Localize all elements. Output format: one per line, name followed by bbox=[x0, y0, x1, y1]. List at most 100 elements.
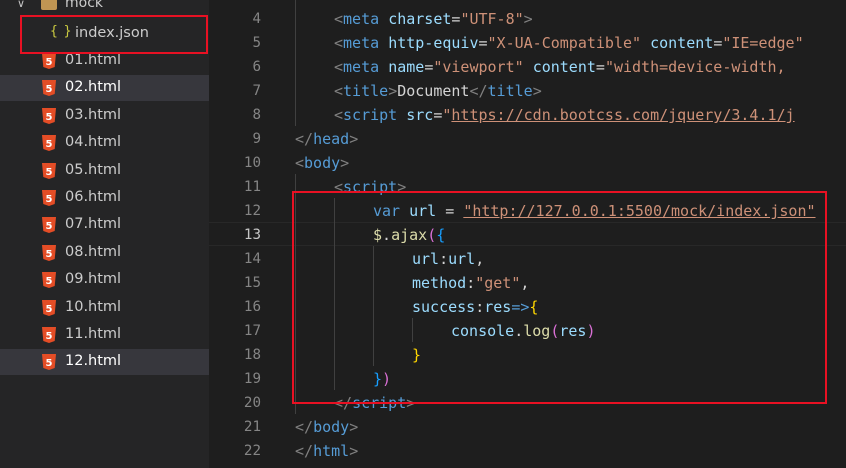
line-number: 5 bbox=[252, 35, 261, 51]
code-line-14: url:url, bbox=[412, 250, 485, 268]
html5-icon: 5 bbox=[42, 327, 56, 343]
html5-icon: 5 bbox=[42, 135, 56, 152]
file-label: 08.html bbox=[65, 243, 122, 260]
code-line-12: var url = "http://127.0.0.1:5500/mock/in… bbox=[373, 202, 816, 220]
file-item-04-html[interactable]: 5 04.html bbox=[0, 130, 209, 156]
url-string[interactable]: "http://127.0.0.1:5500/mock/index.json" bbox=[463, 202, 815, 220]
html5-icon: 5 bbox=[42, 244, 56, 261]
line-number: 11 bbox=[243, 179, 261, 195]
code-line-13: $.ajax({ bbox=[373, 226, 446, 244]
file-label: 01.html bbox=[65, 52, 122, 68]
line-number: 13 bbox=[243, 227, 261, 243]
file-item-index-json[interactable]: { } index.json bbox=[0, 21, 209, 47]
file-item-10-html[interactable]: 5 10.html bbox=[0, 295, 209, 321]
svg-text:5: 5 bbox=[46, 167, 53, 178]
code-line-6: <meta name="viewport" content="width=dev… bbox=[334, 58, 786, 76]
code-line-17: console.log(res) bbox=[451, 322, 596, 340]
indent-guide bbox=[334, 198, 335, 390]
line-number: 21 bbox=[243, 419, 261, 435]
file-label: 02.html bbox=[65, 79, 122, 96]
html5-icon: 5 bbox=[42, 272, 56, 289]
line-number: 8 bbox=[252, 107, 261, 123]
html5-icon: 5 bbox=[42, 107, 56, 124]
svg-text:5: 5 bbox=[46, 57, 53, 68]
code-line-3: <head> bbox=[295, 0, 349, 4]
file-item-09-html[interactable]: 5 09.html bbox=[0, 267, 209, 293]
code-line-11: <script> bbox=[334, 178, 407, 196]
file-item-11-html[interactable]: 5 11.html bbox=[0, 322, 209, 348]
indent-guide bbox=[295, 0, 296, 126]
file-label: 09.html bbox=[65, 271, 122, 288]
svg-text:5: 5 bbox=[46, 249, 53, 260]
file-item-07-html[interactable]: 5 07.html bbox=[0, 212, 209, 238]
file-item-03-html[interactable]: 5 03.html bbox=[0, 103, 209, 129]
folder-icon bbox=[41, 0, 57, 10]
file-explorer: ∨ mock { } index.json 5 01.html 5 02.html 5 0… bbox=[0, 0, 209, 468]
chevron-down-icon: ∨ bbox=[17, 0, 26, 10]
line-number: 4 bbox=[252, 11, 261, 27]
code-line-22: </html> bbox=[295, 442, 359, 460]
code-line-16: success:res=>{ bbox=[412, 298, 539, 316]
line-number: 17 bbox=[243, 323, 261, 339]
code-line-21: </body> bbox=[295, 418, 359, 436]
line-number: 9 bbox=[252, 131, 261, 147]
code-line-19: }) bbox=[373, 370, 392, 388]
code-line-10: <body> bbox=[295, 154, 350, 172]
indent-guide bbox=[295, 174, 296, 414]
file-item-01-html[interactable]: 5 01.html bbox=[0, 48, 209, 74]
html5-icon: 5 bbox=[42, 217, 56, 234]
line-number: 16 bbox=[243, 299, 261, 315]
file-item-02-html[interactable]: 5 02.html bbox=[0, 75, 209, 102]
file-item-05-html[interactable]: 5 05.html bbox=[0, 158, 209, 184]
code-line-18: } bbox=[412, 346, 422, 364]
folder-label: mock bbox=[65, 0, 104, 11]
line-number: 10 bbox=[243, 155, 261, 171]
svg-text:5: 5 bbox=[46, 331, 53, 342]
code-line-8: <script src="https://cdn.bootcss.com/jqu… bbox=[334, 106, 795, 124]
indent-guide bbox=[412, 318, 413, 342]
line-number: 22 bbox=[243, 443, 261, 459]
folder-mock[interactable]: ∨ mock bbox=[0, 0, 209, 18]
script-src-link[interactable]: https://cdn.bootcss.com/jquery/3.4.1/j bbox=[451, 106, 794, 124]
file-label: 12.html bbox=[65, 353, 122, 370]
file-label: 05.html bbox=[65, 161, 122, 178]
line-number: 14 bbox=[243, 251, 261, 267]
code-line-4: <meta charset="UTF-8"> bbox=[334, 10, 533, 28]
svg-text:5: 5 bbox=[46, 221, 53, 232]
html5-icon: 5 bbox=[42, 53, 56, 69]
html5-icon: 5 bbox=[42, 299, 56, 316]
file-label: 10.html bbox=[65, 298, 122, 315]
line-number: 12 bbox=[243, 203, 261, 219]
html5-icon: 5 bbox=[42, 190, 56, 206]
line-number: 15 bbox=[243, 275, 261, 291]
file-label: 03.html bbox=[65, 106, 122, 123]
svg-text:5: 5 bbox=[46, 112, 53, 123]
code-line-15: method:"get", bbox=[412, 274, 530, 292]
code-line-7: <title>Document</title> bbox=[334, 82, 542, 100]
line-number: 18 bbox=[243, 347, 261, 363]
code-line-5: <meta http-equiv="X-UA-Compatible" conte… bbox=[334, 34, 804, 52]
file-label: 06.html bbox=[65, 189, 122, 205]
line-number: 20 bbox=[243, 395, 261, 411]
code-editor[interactable]: 45678910111213141516171819202122 <head> … bbox=[209, 0, 846, 468]
code-line-20: </script> bbox=[334, 394, 416, 412]
file-label: 11.html bbox=[65, 326, 122, 342]
svg-text:5: 5 bbox=[46, 358, 53, 369]
current-line-highlight bbox=[209, 222, 846, 246]
file-item-08-html[interactable]: 5 08.html bbox=[0, 240, 209, 266]
svg-text:5: 5 bbox=[46, 194, 53, 205]
file-label: 07.html bbox=[65, 216, 122, 233]
line-number: 19 bbox=[243, 371, 261, 387]
file-item-12-html[interactable]: 5 12.html bbox=[0, 349, 209, 376]
json-file-icon: { } bbox=[50, 24, 72, 39]
line-number: 7 bbox=[252, 83, 261, 99]
html5-icon: 5 bbox=[42, 354, 56, 371]
file-label: 04.html bbox=[65, 134, 122, 151]
svg-text:5: 5 bbox=[46, 304, 53, 315]
html5-icon: 5 bbox=[42, 80, 56, 97]
file-label: index.json bbox=[75, 25, 149, 41]
line-number: 6 bbox=[252, 59, 261, 75]
svg-text:5: 5 bbox=[46, 139, 53, 150]
html5-icon: 5 bbox=[42, 162, 56, 179]
file-item-06-html[interactable]: 5 06.html bbox=[0, 185, 209, 211]
